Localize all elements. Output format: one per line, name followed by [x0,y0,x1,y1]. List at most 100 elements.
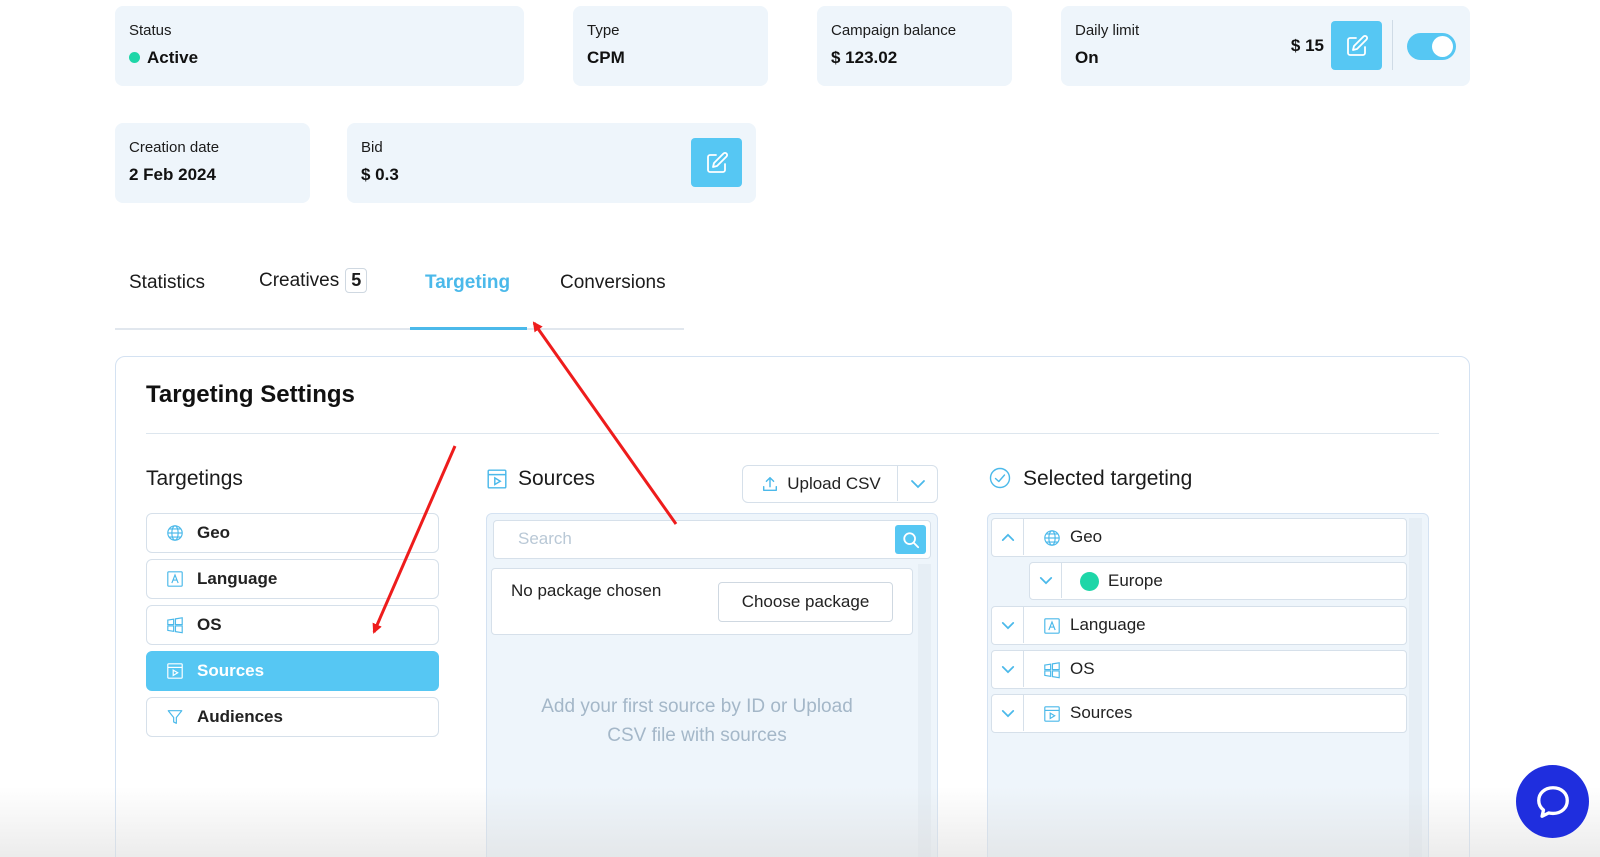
sources-icon [165,661,185,681]
balance-label: Campaign balance [831,22,957,39]
package-row: No package chosen Choose package [491,568,913,635]
daily-limit-toggle[interactable] [1407,33,1456,60]
selected-row-geo[interactable]: Geo [991,518,1407,557]
active-tab-indicator [410,327,527,330]
tab-creatives[interactable]: Creatives 5 [259,268,368,293]
tab-conversions[interactable]: Conversions [560,272,666,294]
chevron-up-icon [1001,533,1014,541]
daily-limit-value: On [1075,48,1099,67]
check-circle-icon [989,467,1011,494]
search-icon [902,531,919,548]
windows-icon [1042,660,1062,680]
targeting-item-os[interactable]: OS [146,605,439,645]
search-button[interactable] [895,525,926,554]
chat-icon [1536,785,1569,818]
sources-title: Sources [518,467,596,490]
edit-icon [1346,34,1368,56]
campaign-tabs: Statistics Creatives 5 Targeting Conversi… [115,258,684,330]
language-icon [165,569,185,589]
upload-csv-group: Upload CSV [742,465,938,503]
language-icon [1042,616,1062,636]
chat-widget-button[interactable] [1516,765,1589,838]
toggle-knob [1432,36,1453,57]
chevron-down-icon [1001,621,1014,629]
filter-icon [165,707,185,727]
bid-value: $ 0.3 [361,165,399,184]
bid-label: Bid [361,139,383,156]
selected-row-label: Europe [1108,571,1163,590]
targeting-item-language[interactable]: Language [146,559,439,599]
sources-search-input[interactable] [494,521,889,557]
targeting-item-geo[interactable]: Geo [146,513,439,553]
targeting-item-label: Sources [197,661,265,680]
sources-scrollbar[interactable] [918,564,931,857]
status-value: Active [129,48,198,68]
chevron-down-icon [910,479,925,488]
expand-sources-button[interactable] [992,695,1024,731]
sources-header-icon [486,468,508,495]
edit-daily-limit-button[interactable] [1331,21,1382,70]
selected-row-europe[interactable]: Europe [1029,562,1407,600]
type-card: Type CPM [573,6,768,86]
selected-row-os[interactable]: OS [991,650,1407,689]
choose-package-button[interactable]: Choose package [718,582,893,622]
tab-statistics[interactable]: Statistics [129,272,205,294]
balance-value: $ 123.02 [831,48,898,67]
sources-search-wrapper [493,520,931,559]
selected-row-label: Language [1070,615,1146,634]
bid-card: Bid $ 0.3 [347,123,756,203]
status-dot-icon [129,52,140,64]
upload-csv-label: Upload CSV [787,473,881,493]
package-status-text: No package chosen [511,581,662,600]
selected-targeting-box: Geo Europe Language OS Sources [987,513,1429,857]
daily-limit-divider [1392,20,1393,70]
sources-icon [1042,704,1062,724]
globe-icon [1042,528,1062,548]
expand-os-button[interactable] [992,651,1024,687]
chevron-down-icon [1001,709,1014,717]
edit-icon [706,151,728,173]
creatives-count-badge: 5 [345,268,368,293]
targeting-item-audiences[interactable]: Audiences [146,697,439,737]
daily-limit-amount: $ 15 [1290,36,1324,55]
upload-csv-dropdown[interactable] [897,466,937,501]
tab-creatives-label: Creatives [259,270,340,291]
balance-card: Campaign balance $ 123.02 [817,6,1012,86]
sources-list-box: No package chosen Choose package Add you… [486,513,938,857]
targeting-item-sources[interactable]: Sources [146,651,439,691]
panel-title: Targeting Settings [146,381,355,408]
selected-row-sources[interactable]: Sources [991,694,1407,733]
targeting-item-label: OS [197,615,222,634]
expand-language-button[interactable] [992,607,1024,643]
targeting-settings-panel: Targeting Settings Targetings Geo Langua… [115,356,1470,857]
edit-bid-button[interactable] [691,138,742,187]
selected-scrollbar[interactable] [1409,518,1422,857]
globe-icon [165,523,185,543]
daily-limit-label: Daily limit [1075,22,1140,39]
panel-divider [146,433,1439,434]
tab-targeting[interactable]: Targeting [425,272,510,294]
chevron-down-icon [1001,665,1014,673]
status-label: Status [129,22,172,39]
type-value: CPM [587,48,625,67]
selected-row-language[interactable]: Language [991,606,1407,645]
targeting-item-label: Audiences [197,707,283,726]
region-dot-icon [1080,572,1099,591]
sources-empty-message: Add your first source by ID or Upload CS… [541,696,853,746]
selected-row-label: OS [1070,659,1095,678]
type-label: Type [587,22,620,39]
selected-row-label: Geo [1070,527,1103,546]
collapse-geo-button[interactable] [992,519,1024,555]
targetings-title: Targetings [146,467,243,490]
upload-csv-button[interactable]: Upload CSV [743,466,899,501]
selected-targeting-title: Selected targeting [1023,467,1193,490]
targeting-item-label: Geo [197,523,231,542]
selected-row-label: Sources [1070,703,1133,722]
windows-icon [165,615,185,635]
creation-date-value: 2 Feb 2024 [129,165,216,184]
creation-date-label: Creation date [129,139,220,156]
targeting-item-label: Language [197,569,278,588]
upload-icon [763,476,778,491]
status-card: Status Active [115,6,524,86]
expand-europe-button[interactable] [1030,563,1062,598]
